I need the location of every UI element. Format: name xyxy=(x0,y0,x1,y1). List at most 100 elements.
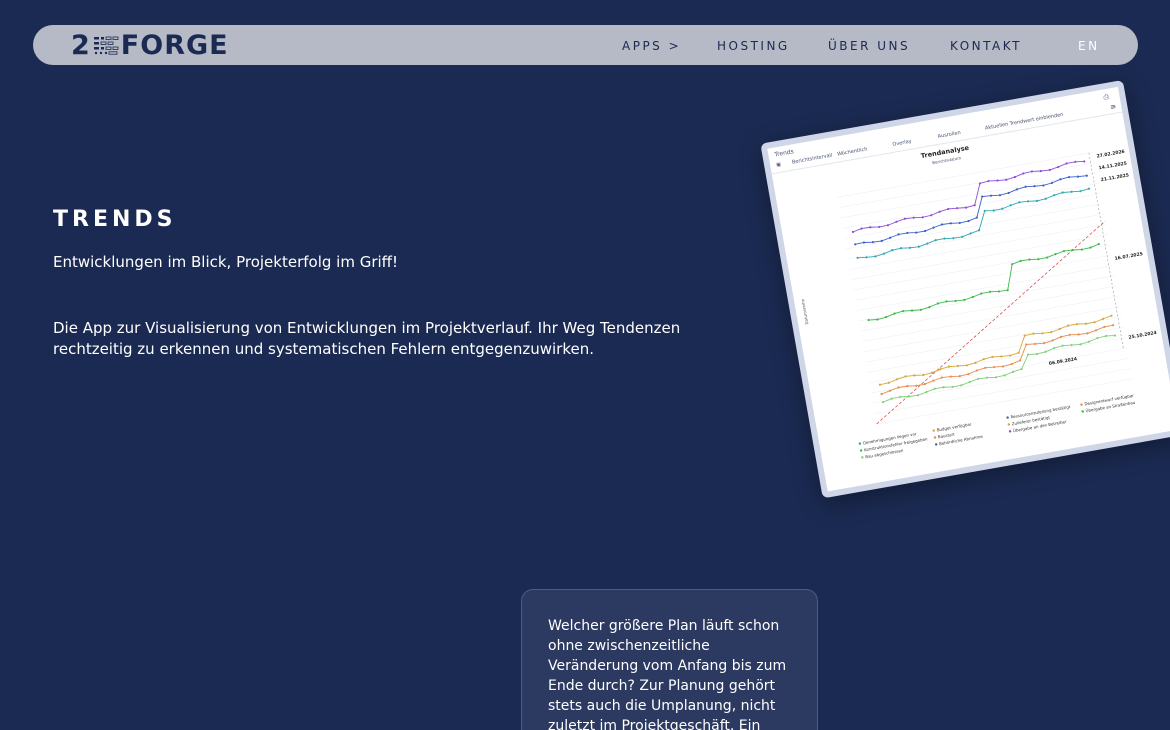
logo-wordmark: FORGE xyxy=(120,29,229,61)
trend-series-point xyxy=(997,290,1001,293)
trend-series-point xyxy=(949,222,952,225)
menu-icon: ≡ xyxy=(1109,102,1117,112)
trend-series-line xyxy=(879,315,1112,386)
trend-series-point xyxy=(932,379,935,382)
trend-series-point xyxy=(886,224,890,227)
end-date-label: 14.11.2025 xyxy=(1098,161,1127,172)
trend-series-point xyxy=(1110,314,1113,317)
chart-grid xyxy=(836,151,1133,425)
trend-series-point xyxy=(1043,342,1046,345)
trend-series-point xyxy=(975,369,978,372)
trend-series-point xyxy=(963,298,966,302)
trend-series-point xyxy=(989,194,993,197)
trend-series-point xyxy=(895,220,898,223)
trend-series-point xyxy=(1097,242,1100,246)
end-date-label: 16.07.2025 xyxy=(1114,251,1143,262)
trend-series-point xyxy=(1019,359,1022,362)
trend-series-point xyxy=(980,292,983,295)
trend-series-point xyxy=(874,255,877,258)
trend-series-point xyxy=(1045,256,1049,259)
trend-series-point xyxy=(1018,201,1021,204)
trend-series-point xyxy=(887,381,890,384)
trend-series-point xyxy=(940,376,944,379)
nav-about[interactable]: ÜBER UNS xyxy=(828,39,910,53)
trend-series-point xyxy=(1019,259,1022,263)
trend-series-point xyxy=(1083,160,1086,163)
trend-series-point xyxy=(954,299,957,303)
brand-logo[interactable]: 2 FORGE xyxy=(71,29,229,61)
trend-series-point xyxy=(1037,258,1040,261)
trend-series-point xyxy=(982,358,985,361)
app-preview-window: Trends ▣ Berichtsintervall Wöchentlich O… xyxy=(760,79,1170,499)
trend-series-point xyxy=(951,385,954,389)
trend-series-point xyxy=(854,243,857,246)
app-preview: Trends ▣ Berichtsintervall Wöchentlich O… xyxy=(760,78,1170,513)
trend-series-point xyxy=(1057,165,1060,169)
hero-tagline: Entwicklungen im Blick, Projekterfolg im… xyxy=(53,253,399,271)
trend-series-point xyxy=(916,394,920,397)
legend-marker xyxy=(934,443,938,446)
trend-series-point xyxy=(1061,191,1064,194)
trend-series-point xyxy=(895,378,899,381)
trend-series-point xyxy=(1065,162,1068,165)
trend-series-point xyxy=(869,226,872,229)
trend-series-point xyxy=(1000,355,1003,358)
trend-series-point xyxy=(1041,332,1044,335)
trend-series-point xyxy=(975,216,978,219)
trend-series-point xyxy=(880,392,883,396)
trend-series-point xyxy=(945,300,948,303)
trend-series-point xyxy=(1080,248,1083,251)
trend-series-point xyxy=(1088,187,1091,190)
legend-marker xyxy=(933,436,937,439)
trend-series-point xyxy=(1093,321,1096,324)
legend-marker xyxy=(858,442,862,445)
interval-label: Berichtsintervall xyxy=(791,152,833,166)
trend-series-point xyxy=(949,375,952,378)
trend-series-point xyxy=(860,227,863,230)
trend-series-point xyxy=(1044,350,1047,353)
end-date-label: 27.02.2026 xyxy=(1096,149,1125,160)
top-navbar: 2 FORGE APPS > HOSTING ÜBER UNS KONTAKT … xyxy=(33,25,1138,65)
trend-series-point xyxy=(1054,253,1057,256)
end-date-label: 25.10.2024 xyxy=(1128,330,1157,341)
legend-marker xyxy=(861,456,864,459)
trend-series-point xyxy=(940,223,944,226)
trend-series-point xyxy=(973,204,976,207)
trend-series-point xyxy=(926,242,929,245)
trend-series-point xyxy=(1087,340,1091,343)
trend-series-point xyxy=(901,309,905,313)
info-card-text: Welcher größere Plan läuft schon ohne zw… xyxy=(548,618,787,730)
trend-series-point xyxy=(992,209,995,212)
trend-series-point xyxy=(1001,207,1004,210)
trend-series-point xyxy=(947,365,951,368)
trend-series-point xyxy=(952,237,955,240)
nav-contact[interactable]: KONTAKT xyxy=(950,39,1022,53)
trend-series-point xyxy=(991,355,994,359)
overlay-label: Overlay xyxy=(891,138,913,148)
trend-series-point xyxy=(978,229,981,232)
trend-series-point xyxy=(1084,322,1087,325)
trend-series-point xyxy=(1009,354,1012,357)
trend-series-point xyxy=(1036,199,1039,202)
trend-series-point xyxy=(1103,325,1106,328)
nav-hosting[interactable]: HOSTING xyxy=(717,39,790,53)
print-icon: ⎙ xyxy=(1102,92,1110,102)
trend-series-point xyxy=(1059,335,1063,338)
chart-end-labels: 27.02.202614.11.202521.11.2025 16.07.2025… xyxy=(800,149,1157,367)
trend-series-point xyxy=(1061,344,1064,347)
trend-series-point xyxy=(1005,178,1008,181)
trend-series-point xyxy=(917,245,920,248)
legend-marker xyxy=(1006,416,1009,419)
trend-series-point xyxy=(899,247,903,250)
trend-series-point xyxy=(921,216,924,219)
trend-series-point xyxy=(961,235,964,238)
trend-series-point xyxy=(983,209,986,212)
nav-apps[interactable]: APPS > xyxy=(622,39,681,53)
trend-series-point xyxy=(871,241,874,244)
current-date-line xyxy=(1088,152,1124,350)
trend-series-point xyxy=(1079,190,1082,193)
nav-language-switch[interactable]: EN xyxy=(1078,39,1100,53)
trend-series-point xyxy=(922,373,925,377)
trend-series-point xyxy=(993,365,996,369)
trend-series-point xyxy=(1023,334,1026,337)
